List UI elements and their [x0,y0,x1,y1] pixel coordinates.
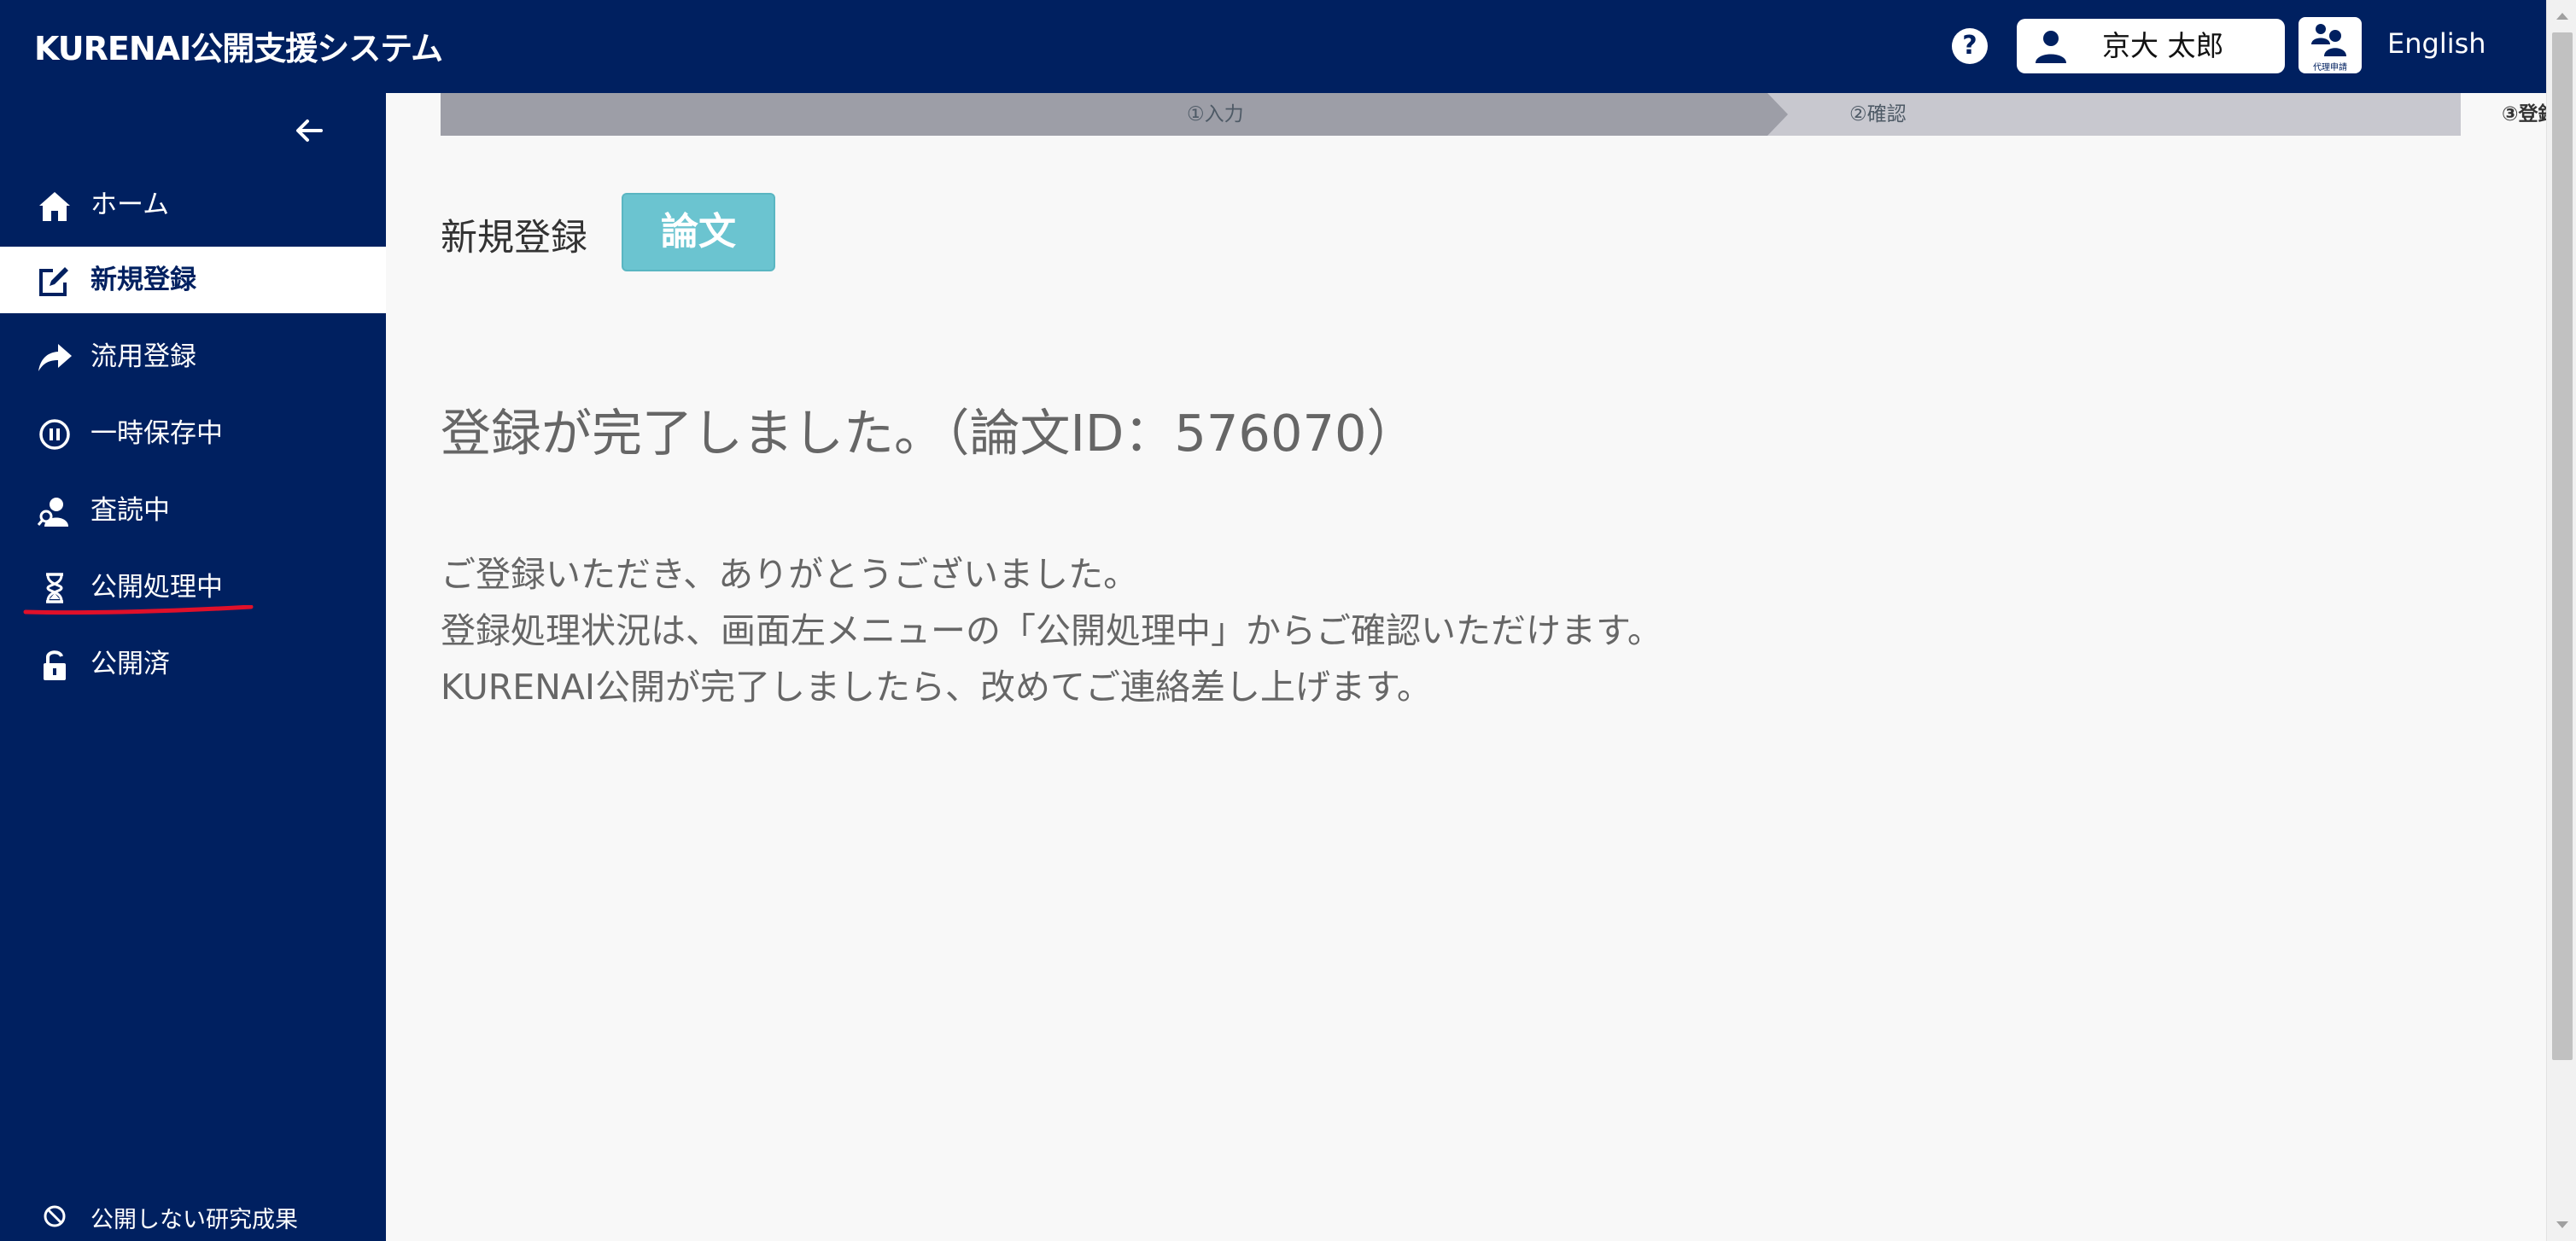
page-title: 新規登録 [441,217,587,259]
sidebar-item-label: 査読中 [91,495,170,526]
vertical-scrollbar[interactable] [2546,0,2576,1241]
app-title[interactable]: KURENAI公開支援システム [34,22,443,69]
sidebar: ホーム 新規登録 流用登録 一時保存中 査読中 公開処理中 公開済 公開しない研… [0,93,386,1241]
red-underline-annotation [23,605,254,615]
body-line: KURENAI公開が完了しましたら、改めてご連絡差し上げます。 [441,667,1432,708]
user-name: 京大 太郎 [2102,29,2224,62]
body-line: ご登録いただき、ありがとうございました。 [441,554,1139,595]
share-arrow-icon [38,344,72,371]
scroll-down-icon[interactable] [2556,1221,2569,1229]
user-icon [2036,31,2066,63]
sidebar-item-draft[interactable]: 一時保存中 [0,400,386,467]
hourglass-icon [46,573,63,603]
pause-circle-icon [39,419,70,450]
type-badge: 論文 [622,193,775,271]
scroll-thumb[interactable] [2552,32,2573,1060]
proxy-label: 代理申請 [2313,63,2347,73]
step-input: ①入力 [1187,103,1244,125]
sidebar-item-home[interactable]: ホーム [0,172,386,238]
arrow-left-icon[interactable] [290,112,328,149]
stepper-bar [441,93,2461,136]
body-line: 登録処理状況は、画面左メニューの「公開処理中」からご確認いただけます。 [441,610,1662,651]
completion-body: ご登録いただき、ありがとうございました。 登録処理状況は、画面左メニューの「公開… [441,546,1662,715]
language-switch-link[interactable]: English [2387,27,2486,60]
home-icon [39,192,70,221]
scroll-up-icon[interactable] [2556,12,2569,20]
sidebar-item-label: 一時保存中 [91,418,223,449]
sidebar-item-under-review[interactable]: 査読中 [0,477,386,544]
sidebar-item-reuse-registration[interactable]: 流用登録 [0,323,386,390]
edit-square-icon [39,267,68,296]
ban-icon [44,1205,66,1227]
proxy-application-button[interactable]: 代理申請 [2299,17,2362,73]
sidebar-item-new-registration[interactable]: 新規登録 [0,247,386,313]
sidebar-item-label: 公開しない研究成果 [91,1207,298,1233]
reviewer-icon [37,498,68,527]
proxy-users-icon [2311,24,2346,56]
sidebar-item-label: 新規登録 [91,265,196,295]
sidebar-item-unpublished-results[interactable]: 公開しない研究成果 [0,1199,386,1241]
sidebar-item-label: ホーム [91,189,170,220]
top-header: KURENAI公開支援システム ? 京大 太郎 代理申請 English [0,0,2546,93]
help-button[interactable]: ? [1952,28,1988,64]
step-confirm: ②確認 [1849,103,1907,125]
completion-message: 登録が完了しました。（論文ID：576070） [441,404,1417,463]
progress-stepper: ①入力 ②確認 ③登録完了 [441,93,2576,136]
user-menu-button[interactable]: 京大 太郎 [2017,19,2285,73]
unlock-icon [44,650,66,680]
sidebar-item-label: 公開済 [91,649,170,679]
sidebar-item-label: 流用登録 [91,341,196,372]
app-root: KURENAI公開支援システム ? 京大 太郎 代理申請 English ホーム… [0,0,2576,1241]
sidebar-item-published[interactable]: 公開済 [0,631,386,697]
sidebar-item-label: 公開処理中 [91,572,223,603]
